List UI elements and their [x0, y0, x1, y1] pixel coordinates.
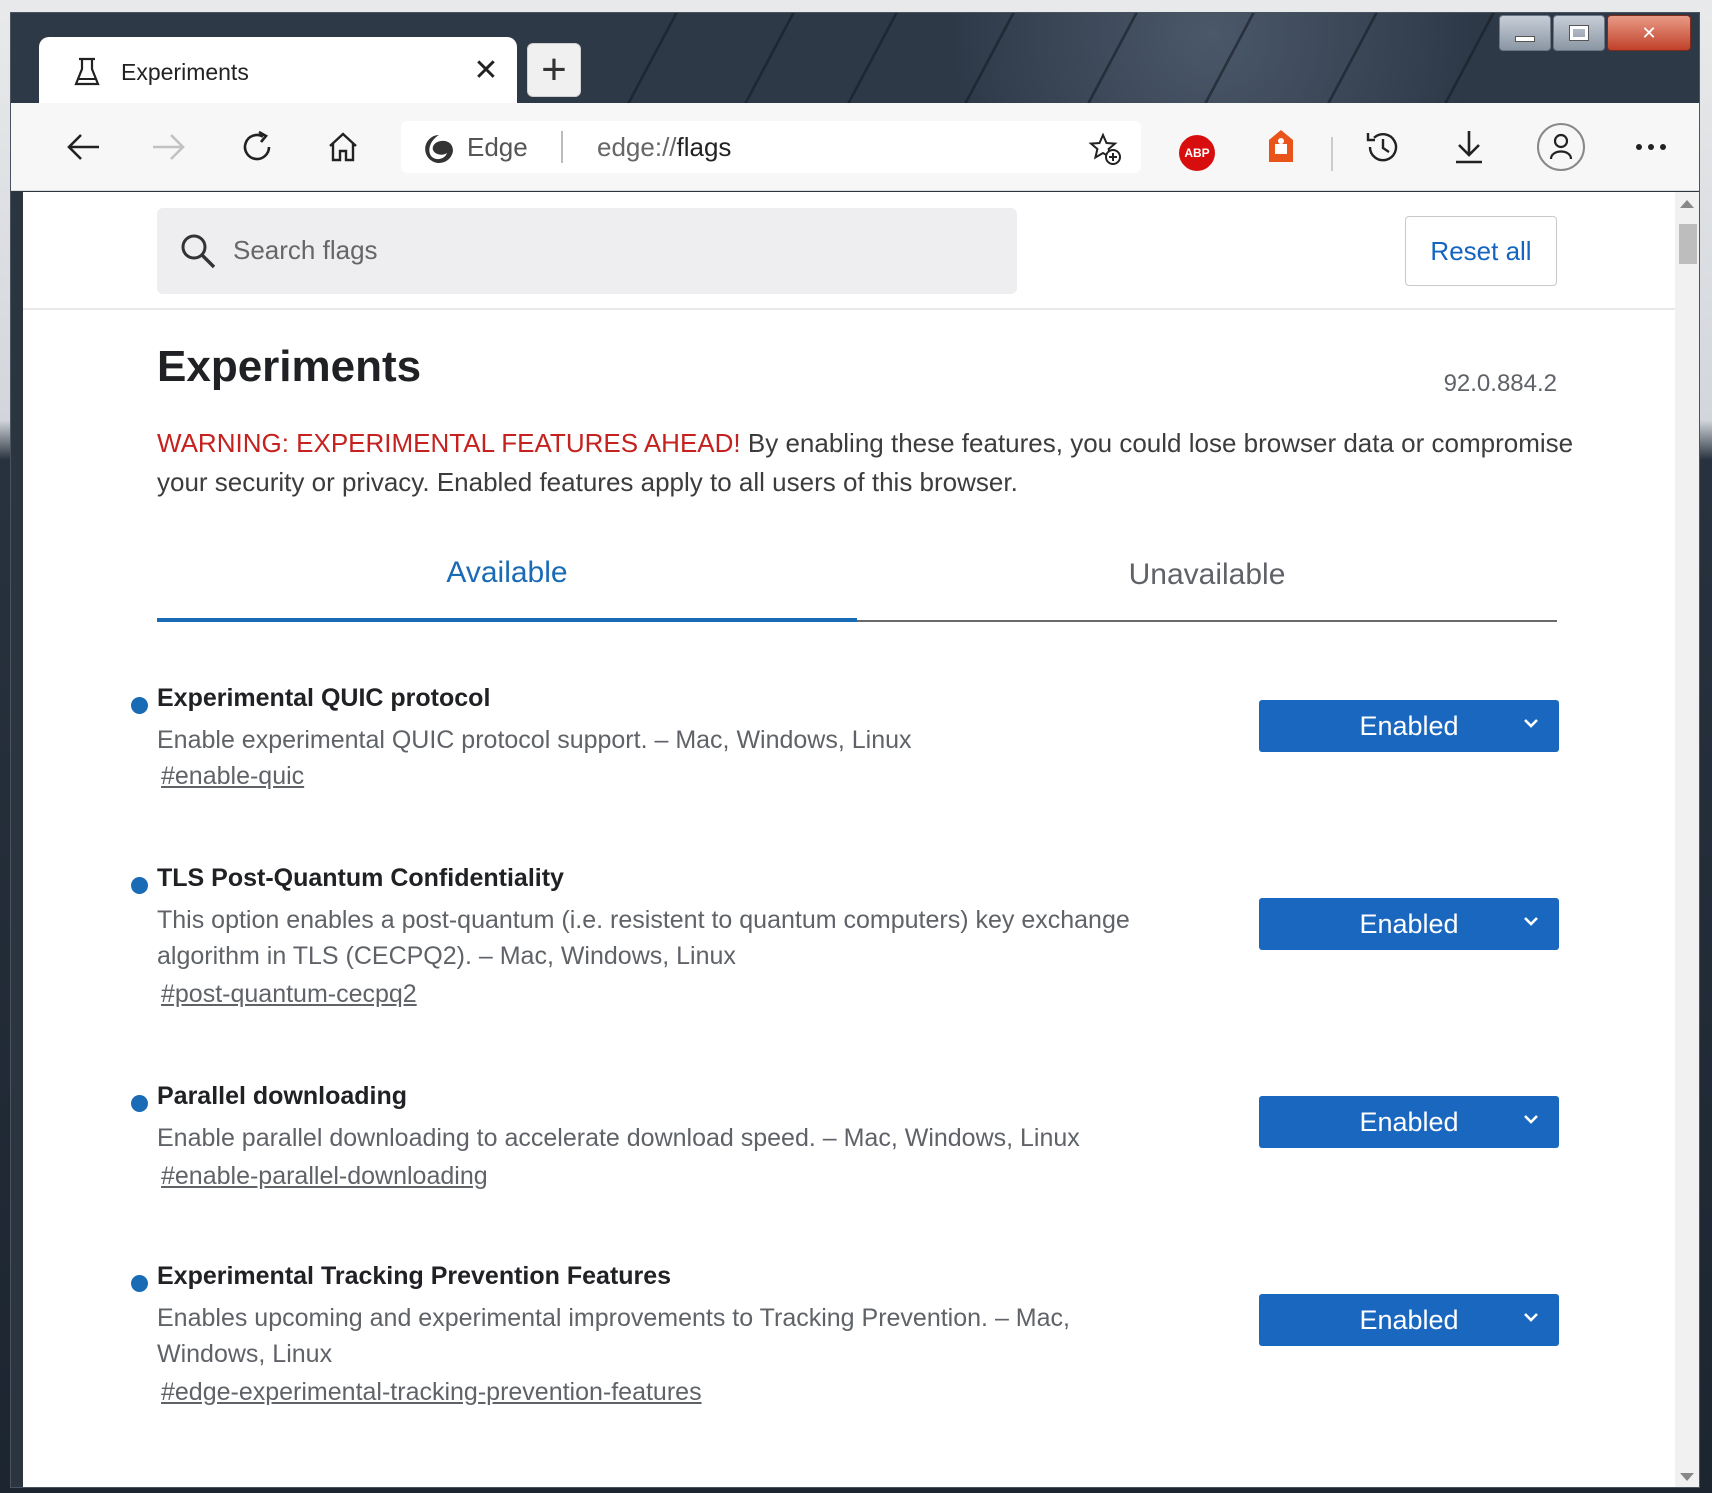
flag-description: Enables upcoming and experimental improv…	[157, 1304, 1070, 1368]
history-icon[interactable]	[1357, 121, 1409, 173]
profile-icon	[1537, 123, 1585, 171]
address-bar[interactable]: Edge edge://flags	[401, 121, 1141, 173]
flag-state-select[interactable]: Enabled	[1259, 898, 1559, 950]
flag-description: Enable experimental QUIC protocol suppor…	[157, 726, 912, 754]
window-controls: ✕	[1499, 15, 1691, 51]
decor	[847, 13, 1015, 103]
flag-title: Experimental Tracking Prevention Feature…	[157, 1262, 672, 1290]
tab-title: Experiments	[121, 59, 249, 85]
chevron-down-icon	[1524, 917, 1538, 926]
edge-logo-icon	[425, 135, 453, 163]
flask-icon	[74, 57, 100, 86]
toolbar-divider	[1331, 137, 1333, 171]
tab-available[interactable]: Available	[157, 532, 857, 622]
tabs: Available Unavailable	[157, 532, 1557, 622]
flag-link[interactable]: #enable-quic	[161, 762, 304, 791]
download-icon[interactable]	[1443, 121, 1495, 173]
flag-state-select[interactable]: Enabled	[1259, 1096, 1559, 1148]
flags-header: Reset all	[23, 192, 1677, 310]
chevron-down-icon	[1524, 1115, 1538, 1124]
adblock-plus-icon[interactable]: ABP	[1179, 135, 1215, 171]
flag-link[interactable]: #edge-experimental-tracking-prevention-f…	[161, 1378, 702, 1407]
close-window-button[interactable]: ✕	[1607, 15, 1691, 51]
scroll-down-icon[interactable]	[1680, 1473, 1694, 1481]
modified-indicator	[131, 877, 148, 894]
warning-text: WARNING: EXPERIMENTAL FEATURES AHEAD! By…	[157, 424, 1577, 502]
select-value: Enabled	[1359, 1304, 1459, 1335]
flags-page: Reset all Experiments 92.0.884.2 WARNING…	[23, 192, 1677, 1487]
extension-icon[interactable]	[1255, 121, 1307, 173]
back-icon[interactable]	[57, 121, 109, 173]
version-label: 92.0.884.2	[1443, 370, 1557, 397]
close-tab-icon[interactable]: ✕	[469, 53, 503, 87]
warning-label: WARNING: EXPERIMENTAL FEATURES AHEAD!	[157, 428, 741, 458]
scrollbar-thumb[interactable]	[1679, 224, 1697, 264]
chevron-down-icon	[1524, 1313, 1538, 1322]
flag-title: Experimental QUIC protocol	[157, 684, 491, 712]
navigation-toolbar: Edge edge://flags	[11, 103, 1699, 191]
tab-unavailable[interactable]: Unavailable	[857, 532, 1557, 622]
search-box	[157, 208, 1017, 294]
url-text: edge://flags	[597, 132, 731, 163]
scrollbar[interactable]	[1675, 192, 1699, 1487]
decor	[1087, 13, 1255, 103]
flag-description: Enable parallel downloading to accelerat…	[157, 1124, 1080, 1152]
new-tab-button[interactable]: +	[527, 43, 581, 97]
more-icon[interactable]	[1625, 121, 1677, 173]
add-favorite-icon[interactable]	[1087, 131, 1123, 167]
flag-title: TLS Post-Quantum Confidentiality	[157, 864, 564, 892]
scroll-up-icon[interactable]	[1680, 200, 1694, 208]
chevron-down-icon	[1524, 719, 1538, 728]
decor	[627, 13, 795, 103]
url-scheme: edge://	[597, 132, 677, 162]
browser-window: ✕ Experiments ✕ + Edge edge://flags ABP …	[10, 12, 1700, 1488]
url-page: flags	[676, 132, 732, 162]
decor	[1327, 13, 1495, 103]
tab-experiments[interactable]: Experiments ✕	[39, 37, 517, 105]
refresh-icon[interactable]	[231, 121, 283, 173]
flag-link[interactable]: #post-quantum-cecpq2	[161, 980, 417, 1009]
flag-state-select[interactable]: Enabled	[1259, 700, 1559, 752]
search-input[interactable]	[233, 226, 973, 274]
maximize-button[interactable]	[1553, 15, 1605, 51]
profile-button[interactable]	[1535, 121, 1587, 173]
flag-link[interactable]: #enable-parallel-downloading	[161, 1162, 488, 1191]
modified-indicator	[131, 697, 148, 714]
select-value: Enabled	[1359, 908, 1459, 939]
tab-strip: ✕ Experiments ✕ +	[11, 13, 1699, 105]
page-title: Experiments	[157, 342, 422, 391]
address-separator	[561, 131, 563, 163]
select-value: Enabled	[1359, 1106, 1459, 1137]
flag-state-select[interactable]: Enabled	[1259, 1294, 1559, 1346]
site-identity: Edge	[467, 132, 528, 162]
reset-all-button[interactable]: Reset all	[1405, 216, 1557, 286]
flag-description: This option enables a post-quantum (i.e.…	[157, 906, 1130, 970]
select-value: Enabled	[1359, 710, 1459, 741]
modified-indicator	[131, 1275, 148, 1292]
forward-icon[interactable]	[143, 121, 195, 173]
flag-title: Parallel downloading	[157, 1082, 408, 1110]
modified-indicator	[131, 1095, 148, 1112]
search-icon	[181, 234, 216, 269]
home-icon[interactable]	[317, 121, 369, 173]
minimize-button[interactable]	[1499, 15, 1551, 51]
